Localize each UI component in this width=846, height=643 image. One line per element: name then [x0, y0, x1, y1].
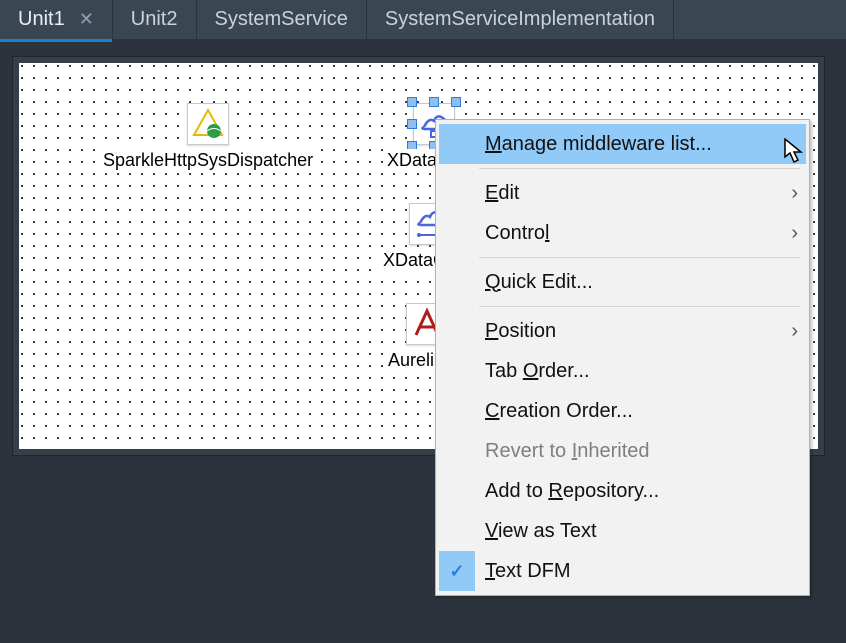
- chevron-right-icon: ›: [791, 222, 798, 245]
- tab-bar: Unit1 ✕ Unit2 SystemService SystemServic…: [0, 0, 846, 39]
- tab-unit2[interactable]: Unit2: [113, 0, 197, 39]
- menu-control[interactable]: Control ›: [439, 213, 806, 253]
- tab-systemserviceimplementation[interactable]: SystemServiceImplementation: [367, 0, 674, 39]
- menu-separator: [479, 168, 800, 169]
- selection-handle[interactable]: [407, 97, 417, 107]
- chevron-right-icon: ›: [791, 182, 798, 205]
- dispatcher-icon: [187, 103, 229, 145]
- menu-revert-inherited: Revert to Inherited: [439, 431, 806, 471]
- menu-label: Creation Order...: [485, 400, 633, 423]
- tab-unit1[interactable]: Unit1 ✕: [0, 0, 113, 39]
- menu-text-dfm[interactable]: ✓ Text DFM: [439, 551, 806, 591]
- menu-edit[interactable]: Edit ›: [439, 173, 806, 213]
- menu-label: Position: [485, 320, 556, 343]
- menu-label: Revert to Inherited: [485, 440, 650, 463]
- menu-view-as-text[interactable]: View as Text: [439, 511, 806, 551]
- selection-handle[interactable]: [429, 97, 439, 107]
- selection-handle[interactable]: [451, 97, 461, 107]
- menu-label: Quick Edit...: [485, 271, 593, 294]
- menu-position[interactable]: Position ›: [439, 311, 806, 351]
- context-menu: Manage middleware list... Edit › Control…: [435, 119, 810, 596]
- tab-systemservice[interactable]: SystemService: [197, 0, 367, 39]
- tab-label: Unit1: [18, 8, 65, 31]
- tab-label: SystemServiceImplementation: [385, 8, 655, 31]
- menu-add-to-repository[interactable]: Add to Repository...: [439, 471, 806, 511]
- menu-quick-edit[interactable]: Quick Edit...: [439, 262, 806, 302]
- check-icon: ✓: [439, 551, 475, 591]
- menu-label: View as Text: [485, 520, 597, 543]
- close-icon[interactable]: ✕: [79, 9, 94, 30]
- menu-creation-order[interactable]: Creation Order...: [439, 391, 806, 431]
- chevron-right-icon: ›: [791, 320, 798, 343]
- tab-label: Unit2: [131, 8, 178, 31]
- menu-tab-order[interactable]: Tab Order...: [439, 351, 806, 391]
- menu-separator: [479, 257, 800, 258]
- menu-label: Tab Order...: [485, 360, 590, 383]
- component-label: SparkleHttpSysDispatcher: [99, 149, 317, 172]
- menu-label: Control: [485, 222, 549, 245]
- menu-label: Text DFM: [485, 560, 571, 583]
- component-dispatcher[interactable]: SparkleHttpSysDispatcher: [99, 103, 317, 172]
- menu-separator: [479, 306, 800, 307]
- tab-label: SystemService: [215, 8, 348, 31]
- menu-label: Add to Repository...: [485, 480, 659, 503]
- menu-label: Manage middleware list...: [485, 133, 712, 156]
- menu-manage-middleware[interactable]: Manage middleware list...: [439, 124, 806, 164]
- selection-handle[interactable]: [407, 119, 417, 129]
- menu-label: Edit: [485, 182, 519, 205]
